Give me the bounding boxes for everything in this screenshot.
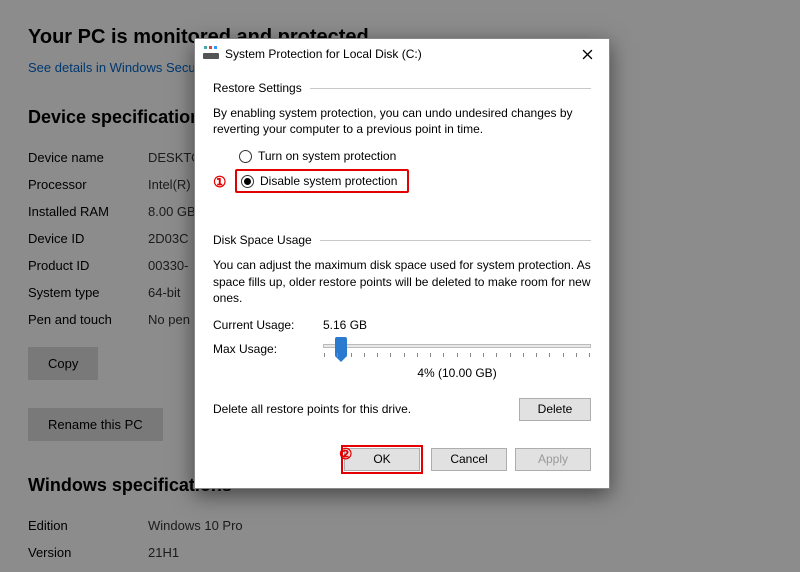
system-protection-icon [203,46,219,62]
current-usage-value: 5.16 GB [323,318,367,332]
current-usage-label: Current Usage: [213,318,323,332]
cancel-button[interactable]: Cancel [431,448,507,471]
highlight-box-1: Disable system protection [235,169,409,193]
max-usage-slider[interactable]: 4% (10.00 GB) [323,342,591,380]
divider [320,240,591,241]
close-button[interactable] [569,41,605,67]
dialog-title: System Protection for Local Disk (C:) [225,47,569,61]
radio-icon [239,150,252,163]
delete-description: Delete all restore points for this drive… [213,402,519,416]
restore-description: By enabling system protection, you can u… [213,105,591,137]
slider-ticks [324,353,590,357]
radio-turn-on[interactable]: Turn on system protection [239,149,591,163]
max-usage-value: 4% (10.00 GB) [323,366,591,380]
radio-disable-label: Disable system protection [260,174,397,188]
close-icon [582,49,593,60]
system-protection-dialog: System Protection for Local Disk (C:) Re… [194,38,610,489]
slider-track [323,344,591,348]
radio-turn-on-label: Turn on system protection [258,149,396,163]
restore-settings-heading: Restore Settings [213,81,302,95]
radio-icon [241,175,254,188]
radio-disable[interactable]: Disable system protection [241,174,397,188]
disk-usage-description: You can adjust the maximum disk space us… [213,257,591,306]
divider [310,88,591,89]
annotation-1: ① [213,173,226,191]
disk-usage-heading: Disk Space Usage [213,233,312,247]
apply-button[interactable]: Apply [515,448,591,471]
highlight-box-2: OK [341,445,423,474]
delete-button[interactable]: Delete [519,398,591,421]
max-usage-label: Max Usage: [213,342,323,380]
ok-button[interactable]: OK [344,448,420,471]
dialog-titlebar: System Protection for Local Disk (C:) [195,39,609,69]
